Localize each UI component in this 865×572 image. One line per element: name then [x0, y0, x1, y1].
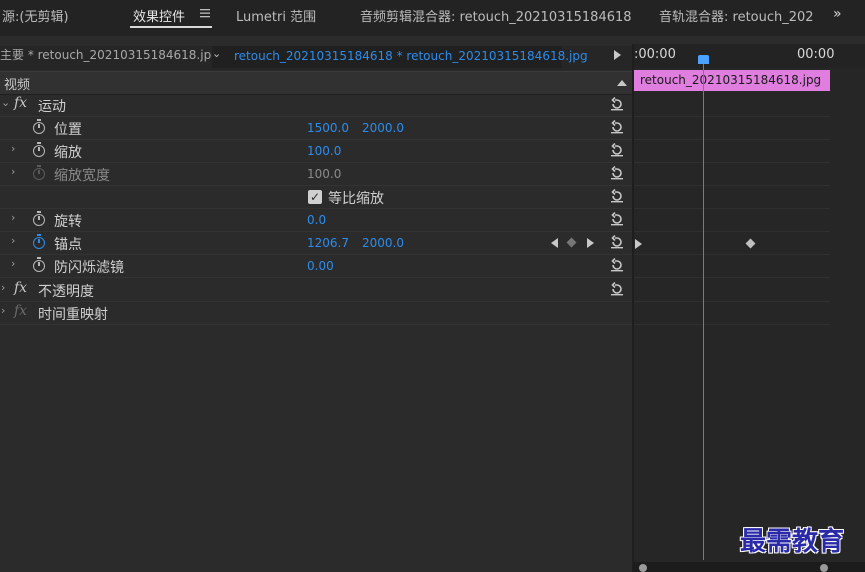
rotation-value[interactable]: 0.0 — [307, 213, 326, 227]
position-x-value[interactable]: 1500.0 — [307, 121, 349, 135]
video-section-label: 视频 — [4, 78, 31, 93]
timeline-row — [634, 139, 830, 163]
anchor-y-value[interactable]: 2000.0 — [362, 236, 404, 250]
stopwatch-icon[interactable] — [33, 234, 45, 249]
video-section-header[interactable] — [0, 71, 632, 95]
anti-flicker-label: 防闪烁滤镜 — [54, 260, 124, 276]
end-timecode: 00:00 — [797, 47, 835, 62]
scroll-start-handle[interactable] — [639, 564, 647, 572]
timeline-row — [634, 278, 830, 302]
stopwatch-icon[interactable] — [33, 257, 45, 272]
timeline-row — [634, 93, 830, 117]
keyframe-start-marker — [635, 239, 642, 249]
play-icon[interactable] — [614, 50, 621, 60]
tab-audio-clip-mixer[interactable]: 音频剪辑混合器: retouch_20210315184618 — [360, 6, 632, 25]
horizontal-scrollbar[interactable] — [634, 562, 865, 572]
effect-row-scale-width: › 缩放宽度 100.0 — [0, 162, 632, 186]
panel-tab-bar: 源:(无剪辑) 效果控件 Lumetri 范围 音频剪辑混合器: retouch… — [0, 0, 865, 30]
chevron-right-icon[interactable]: › — [11, 142, 15, 155]
scale-value[interactable]: 100.0 — [307, 144, 341, 158]
tab-lumetri-scopes[interactable]: Lumetri 范围 — [236, 6, 316, 25]
playhead-line — [703, 62, 704, 560]
reset-icon[interactable] — [610, 189, 624, 203]
fx-icon[interactable]: fx — [14, 95, 27, 111]
fx-icon[interactable]: fx — [14, 280, 27, 296]
chevron-right-icon[interactable]: › — [11, 234, 15, 247]
start-timecode: :00:00 — [634, 47, 676, 62]
reset-icon[interactable] — [610, 235, 624, 249]
effect-row-uniform-scale: ✓ 等比缩放 — [0, 185, 632, 209]
position-y-value[interactable]: 2000.0 — [362, 121, 404, 135]
chevron-right-icon[interactable]: › — [1, 281, 5, 294]
timeline-row — [634, 185, 830, 209]
chevron-right-icon[interactable]: › — [11, 211, 15, 224]
stopwatch-icon — [33, 165, 45, 180]
next-keyframe-icon[interactable] — [587, 238, 594, 248]
more-tabs-icon[interactable]: » — [833, 6, 842, 22]
tab-source[interactable]: 源:(无剪辑) — [2, 6, 69, 25]
timeline-row — [634, 231, 830, 255]
timeline-row — [634, 301, 830, 325]
anchor-x-value[interactable]: 1206.7 — [307, 236, 349, 250]
effect-row-anti-flicker: › 防闪烁滤镜 0.00 — [0, 254, 632, 278]
watermark: 最需教育 — [740, 527, 845, 557]
anti-flicker-value[interactable]: 0.00 — [307, 259, 334, 273]
timeline-clip-label: retouch_20210315184618.jpg — [640, 73, 822, 87]
effect-row-opacity: › fx 不透明度 — [0, 278, 632, 302]
active-tab-indicator — [130, 26, 212, 28]
reset-icon[interactable] — [610, 258, 624, 272]
chevron-right-icon[interactable]: › — [11, 165, 15, 178]
time-remap-label: 时间重映射 — [38, 307, 108, 323]
uniform-scale-checkbox[interactable]: ✓ — [308, 190, 322, 204]
reset-icon[interactable] — [610, 282, 624, 296]
reset-icon[interactable] — [610, 166, 624, 180]
stopwatch-icon[interactable] — [33, 142, 45, 157]
position-label: 位置 — [54, 122, 82, 138]
effect-row-motion: ⌄ fx 运动 — [0, 93, 632, 117]
stopwatch-icon[interactable] — [33, 211, 45, 226]
effect-row-anchor-point: › 锚点 1206.7 2000.0 — [0, 231, 632, 255]
stopwatch-icon[interactable] — [33, 119, 45, 134]
tab-effect-controls[interactable]: 效果控件 — [133, 6, 185, 25]
chevron-right-icon[interactable]: › — [1, 304, 5, 317]
scale-width-value: 100.0 — [307, 167, 342, 181]
anchor-label: 锚点 — [54, 237, 82, 253]
timeline-row — [634, 116, 830, 140]
previous-keyframe-icon[interactable] — [551, 238, 558, 248]
effect-row-rotation: › 旋转 0.0 — [0, 208, 632, 232]
effect-row-position: 位置 1500.0 2000.0 — [0, 116, 632, 140]
rotation-label: 旋转 — [54, 214, 82, 230]
scale-width-label: 缩放宽度 — [54, 168, 110, 184]
timeline-row — [634, 208, 830, 232]
reset-icon[interactable] — [610, 120, 624, 134]
chevron-right-icon[interactable]: › — [11, 257, 15, 270]
reset-icon[interactable] — [610, 97, 624, 111]
timeline-row — [634, 162, 830, 186]
scroll-end-handle[interactable] — [820, 564, 828, 572]
fx-icon: fx — [14, 303, 28, 319]
opacity-label: 不透明度 — [38, 284, 94, 300]
effect-row-time-remapping: › fx 时间重映射 — [0, 301, 632, 325]
master-clip-tab[interactable]: 主要 * retouch_20210315184618.jpg — [0, 46, 219, 63]
chevron-down-icon[interactable]: ⌄ — [212, 47, 221, 60]
playhead-handle[interactable] — [698, 55, 709, 64]
reset-icon[interactable] — [610, 212, 624, 226]
sequence-clip-label[interactable]: retouch_20210315184618 * retouch_2021031… — [234, 49, 588, 63]
panel-menu-icon[interactable] — [200, 8, 210, 18]
collapse-icon[interactable] — [617, 80, 627, 86]
chevron-down-icon[interactable]: ⌄ — [1, 96, 10, 109]
uniform-scale-label: 等比缩放 — [328, 191, 384, 207]
motion-label: 运动 — [38, 99, 66, 115]
add-keyframe-icon[interactable] — [566, 237, 577, 248]
reset-icon[interactable] — [610, 143, 624, 157]
effect-row-scale: › 缩放 100.0 — [0, 139, 632, 163]
tab-audio-track-mixer[interactable]: 音轨混合器: retouch_202 — [659, 6, 814, 25]
timeline-row — [634, 254, 830, 278]
scale-label: 缩放 — [54, 145, 82, 161]
